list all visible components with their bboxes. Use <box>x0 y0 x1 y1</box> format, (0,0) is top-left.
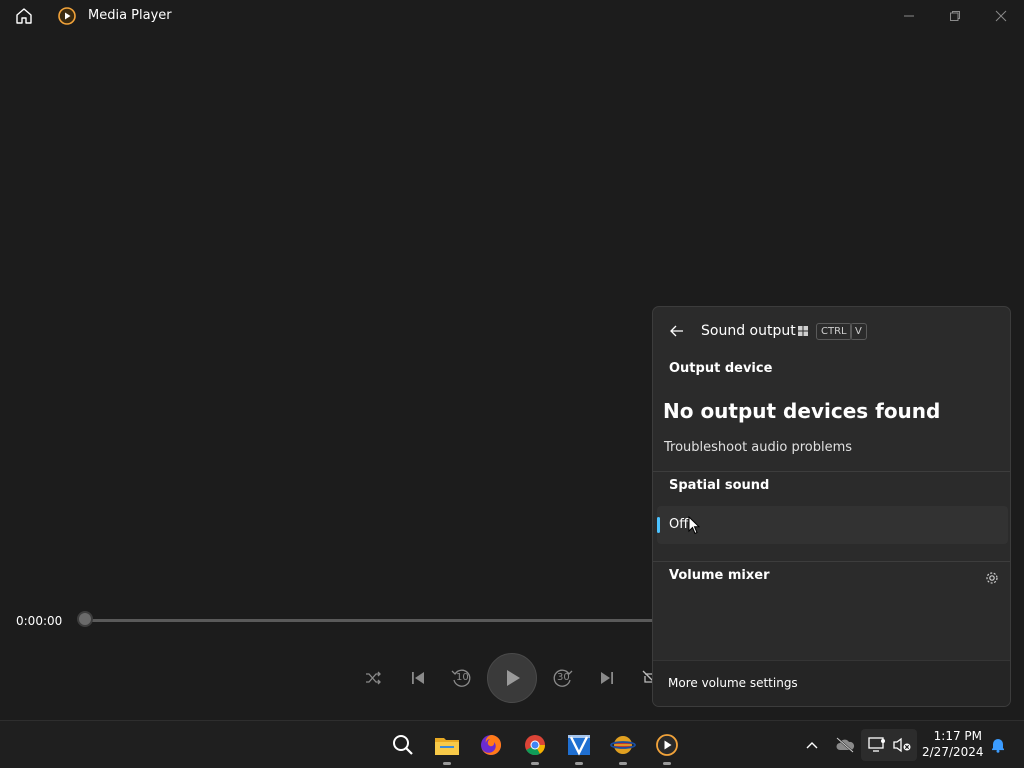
play-button[interactable] <box>487 653 537 703</box>
selected-indicator <box>657 517 660 533</box>
onedrive-icon[interactable] <box>833 733 857 757</box>
play-icon <box>507 670 520 686</box>
spatial-sound-option-off[interactable]: Off <box>657 506 1008 544</box>
volume-mixer-label: Volume mixer <box>669 568 770 583</box>
windows-logo-icon <box>796 324 810 338</box>
firefox-icon[interactable] <box>475 729 507 761</box>
forward-30-label: 30 <box>557 672 570 683</box>
next-button[interactable] <box>593 664 621 692</box>
running-indicator <box>531 762 539 765</box>
file-explorer-icon[interactable] <box>431 729 463 765</box>
running-indicator <box>443 762 451 765</box>
minimize-icon <box>904 15 914 17</box>
flyout-footer: More volume settings <box>653 660 1010 706</box>
flyout-title: Sound output <box>701 323 796 339</box>
chrome-icon[interactable] <box>519 729 551 765</box>
restore-icon <box>950 11 960 21</box>
window-title: Media Player <box>88 8 172 23</box>
spatial-sound-value: Off <box>669 517 689 532</box>
search-icon[interactable] <box>387 729 419 761</box>
taskbar: 1:17 PM 2/27/2024 <box>0 720 1024 768</box>
mouse-cursor-icon <box>688 515 701 535</box>
troubleshoot-link[interactable]: Troubleshoot audio problems <box>664 440 852 455</box>
volume-mixer-area <box>653 597 1010 659</box>
shortcut-key-ctrl: CTRL <box>816 323 852 340</box>
close-button[interactable] <box>978 0 1024 32</box>
running-indicator <box>575 762 583 765</box>
previous-button[interactable] <box>404 664 432 692</box>
home-icon[interactable] <box>14 6 34 26</box>
next-icon <box>601 672 613 684</box>
back-arrow-icon <box>670 325 683 337</box>
forward-30-button[interactable]: 30 <box>549 664 577 692</box>
elapsed-time: 0:00:00 <box>16 614 63 628</box>
running-indicator <box>619 762 627 765</box>
shortcut-key-v: V <box>850 323 867 340</box>
more-volume-settings-link[interactable]: More volume settings <box>668 676 798 690</box>
rewind-10-label: 10 <box>456 672 469 683</box>
video-editor-icon[interactable] <box>563 729 595 765</box>
media-player-icon <box>58 7 76 25</box>
clock-time[interactable]: 1:17 PM <box>930 729 982 743</box>
seek-thumb[interactable] <box>77 611 93 627</box>
previous-icon <box>412 672 424 684</box>
network-icon[interactable] <box>865 733 889 757</box>
back-button[interactable] <box>667 321 687 341</box>
no-devices-message: No output devices found <box>663 399 941 423</box>
shuffle-button[interactable] <box>359 664 387 692</box>
restore-button[interactable] <box>932 0 978 32</box>
media-player-icon[interactable] <box>651 729 683 765</box>
notification-bell-icon[interactable] <box>986 733 1010 757</box>
divider <box>653 561 1010 562</box>
seek-bar[interactable] <box>86 619 656 622</box>
gear-icon[interactable] <box>984 570 1000 586</box>
minimize-button[interactable] <box>886 0 932 32</box>
globe-app-icon[interactable] <box>607 729 639 765</box>
shuffle-icon <box>366 671 381 685</box>
chevron-up-icon[interactable] <box>800 733 824 757</box>
title-bar: Media Player <box>0 0 1024 32</box>
sound-muted-icon[interactable] <box>890 733 914 757</box>
sound-output-flyout: Sound output CTRL V Output device No out… <box>652 306 1011 707</box>
spatial-sound-label: Spatial sound <box>669 478 770 493</box>
running-indicator <box>663 762 671 765</box>
clock-date[interactable]: 2/27/2024 <box>922 745 984 759</box>
output-device-label: Output device <box>669 361 773 376</box>
divider <box>653 471 1010 472</box>
rewind-10-button[interactable]: 10 <box>447 664 475 692</box>
close-icon <box>995 10 1007 22</box>
